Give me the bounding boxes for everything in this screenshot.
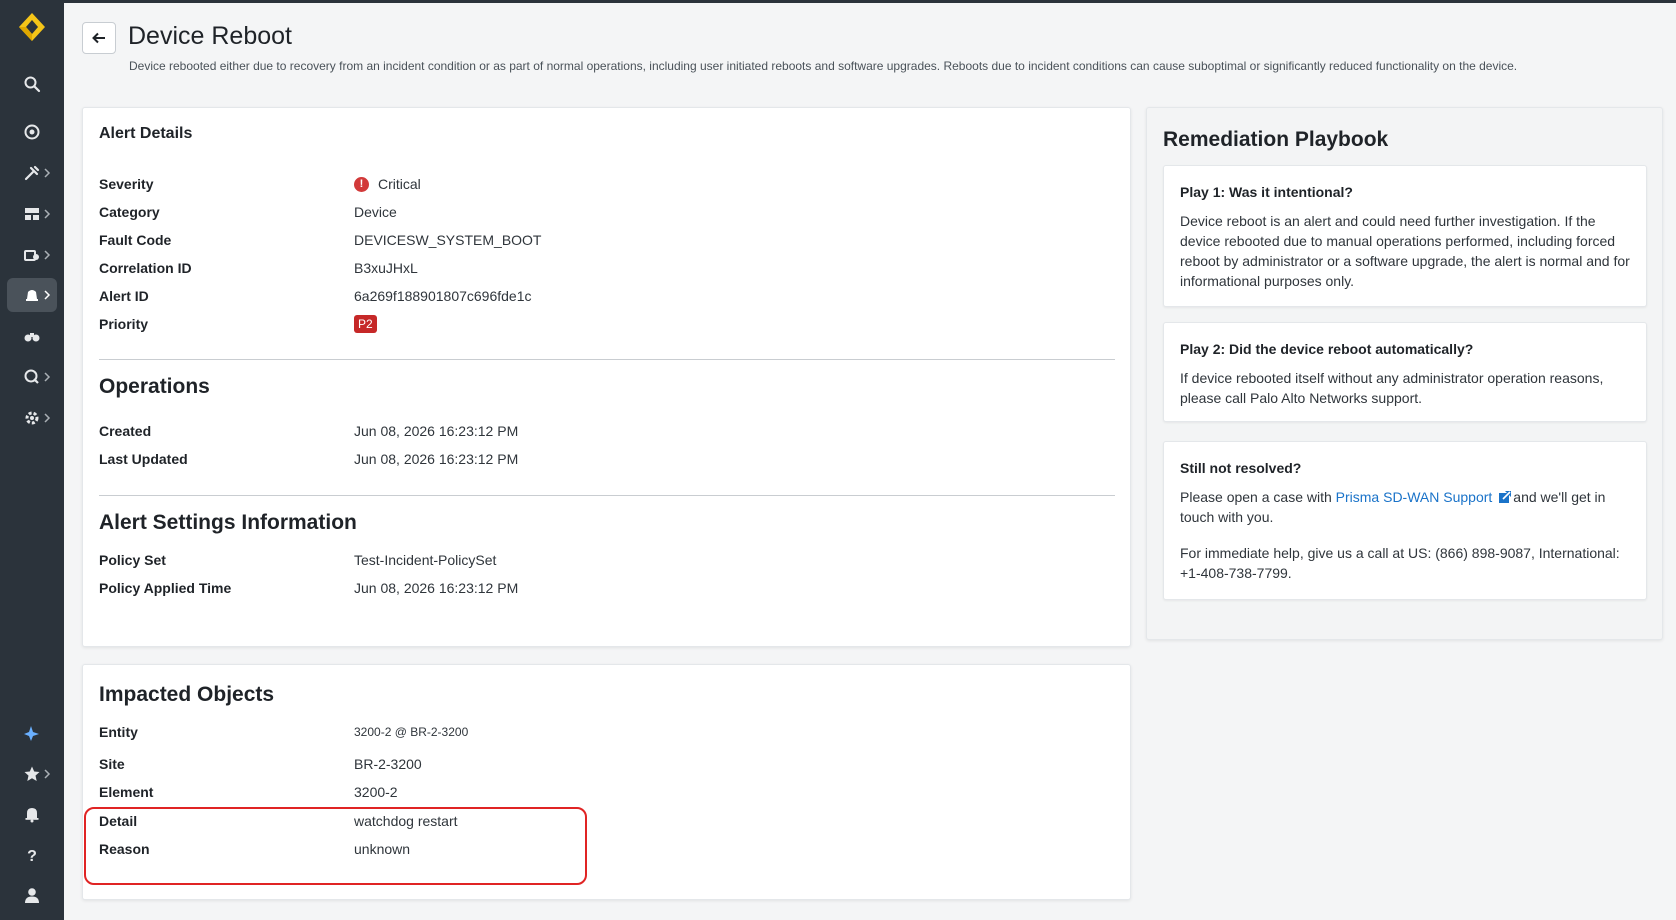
operations-title: Operations [99, 375, 210, 398]
security-icon [24, 369, 39, 384]
nav-user[interactable] [7, 878, 57, 912]
logo-icon[interactable] [17, 12, 47, 42]
nav-help[interactable]: ? [7, 838, 57, 872]
back-button[interactable] [82, 22, 116, 54]
fault-code-value: DEVICESW_SYSTEM_BOOT [354, 232, 542, 248]
created-value: Jun 08, 2026 16:23:12 PM [354, 423, 519, 439]
correlation-id-value: B3xuJHxL [354, 260, 418, 276]
nav-radar[interactable] [7, 115, 57, 149]
alert-id-value: 6a269f188901807c696fde1c [354, 288, 532, 304]
site-row: Site BR-2-3200 [99, 756, 422, 772]
star-icon [24, 766, 40, 781]
play-2-text: If device rebooted itself without any ad… [1180, 370, 1604, 406]
divider [99, 495, 1115, 496]
chevron-right-icon [44, 290, 51, 300]
detail-row: Detail watchdog restart [99, 813, 458, 829]
binoculars-icon [24, 333, 40, 342]
policy-applied-time-value: Jun 08, 2026 16:23:12 PM [354, 580, 519, 596]
play-1-title: Play 1: Was it intentional? [1180, 184, 1353, 200]
remediation-playbook-card: Remediation Playbook Play 1: Was it inte… [1146, 107, 1663, 640]
element-row: Element 3200-2 [99, 784, 398, 800]
policy-set-row: Policy Set Test-Incident-PolicySet [99, 552, 497, 568]
ai-sparkle-icon [24, 726, 39, 741]
impacted-objects-card: Impacted Objects Entity 3200-2 @ BR-2-32… [82, 664, 1131, 900]
nav-alerts[interactable] [7, 278, 57, 312]
fault-code-row: Fault Code DEVICESW_SYSTEM_BOOT [99, 232, 542, 248]
last-updated-row: Last Updated Jun 08, 2026 16:23:12 PM [99, 451, 519, 467]
support-link[interactable]: Prisma SD-WAN Support [1336, 489, 1493, 505]
still-not-resolved-card: Still not resolved? Please open a case w… [1163, 441, 1647, 600]
alert-id-row: Alert ID 6a269f188901807c696fde1c [99, 288, 532, 304]
play-2-card: Play 2: Did the device reboot automatica… [1163, 322, 1647, 422]
entity-link[interactable]: 3200-2 @ BR-2-3200 [354, 725, 468, 739]
entity-row: Entity 3200-2 @ BR-2-3200 [99, 724, 469, 740]
priority-badge: P2 [354, 315, 377, 333]
playbook-title: Remediation Playbook [1163, 128, 1389, 151]
devices-icon [24, 250, 39, 261]
bell-icon [25, 808, 39, 823]
chevron-right-icon [44, 250, 51, 260]
impacted-objects-title: Impacted Objects [99, 683, 275, 706]
nav-notifications[interactable] [7, 797, 57, 831]
play-1-text: Device reboot is an alert and could need… [1180, 213, 1630, 289]
support-text-before: Please open a case with [1180, 489, 1336, 505]
top-border [64, 0, 1676, 3]
last-updated-value: Jun 08, 2026 16:23:12 PM [354, 451, 519, 467]
alerts-icon [26, 290, 38, 301]
nav-settings[interactable] [7, 401, 57, 435]
policy-set-link[interactable]: Test-Incident-PolicySet [354, 552, 496, 568]
critical-icon: ! [354, 176, 369, 192]
chevron-right-icon [44, 209, 51, 219]
settings-icon [25, 411, 39, 425]
chevron-right-icon [44, 372, 51, 382]
policy-applied-time-row: Policy Applied Time Jun 08, 2026 16:23:1… [99, 580, 519, 596]
page-title: Device Reboot [128, 22, 292, 50]
nav-ai[interactable] [7, 716, 57, 750]
phone-text: For immediate help, give us a call at US… [1180, 545, 1620, 581]
user-icon [25, 888, 39, 903]
detail-value: watchdog restart [354, 813, 458, 829]
correlation-id-row: Correlation ID B3xuJHxL [99, 260, 418, 276]
element-link[interactable]: 3200-2 [354, 784, 398, 800]
category-value: Device [354, 204, 397, 220]
priority-row: Priority P2 [99, 313, 377, 335]
chevron-right-icon [44, 769, 51, 779]
alert-details-title: Alert Details [99, 125, 193, 142]
sidebar: ? [0, 0, 64, 920]
chevron-right-icon [44, 413, 51, 423]
nav-favorites[interactable] [7, 757, 57, 791]
page-description: Device rebooted either due to recovery f… [129, 59, 1518, 73]
severity-value: Critical [378, 176, 421, 192]
site-link[interactable]: BR-2-3200 [354, 756, 422, 772]
category-row: Category Device [99, 204, 397, 220]
tools-icon [24, 165, 40, 181]
dashboard-icon [25, 208, 39, 220]
nav-security[interactable] [7, 360, 57, 394]
external-link-icon[interactable] [1498, 490, 1512, 504]
nav-tools[interactable] [7, 156, 57, 190]
severity-row: Severity ! Critical [99, 176, 421, 192]
still-not-resolved-title: Still not resolved? [1180, 460, 1302, 476]
chevron-right-icon [44, 168, 51, 178]
play-2-title: Play 2: Did the device reboot automatica… [1180, 341, 1474, 357]
nav-dashboard[interactable] [7, 197, 57, 231]
search-icon [24, 76, 41, 93]
reason-value: unknown [354, 841, 411, 857]
help-icon: ? [27, 848, 37, 864]
radar-icon [24, 124, 40, 140]
nav-binoculars[interactable] [7, 319, 57, 353]
arrow-left-icon [92, 32, 105, 44]
alert-details-card: Alert Details Severity ! Critical Categor… [82, 107, 1131, 647]
alert-settings-title: Alert Settings Information [99, 511, 357, 534]
play-1-card: Play 1: Was it intentional? Device reboo… [1163, 165, 1647, 307]
nav-search[interactable] [7, 67, 57, 101]
divider [99, 359, 1115, 360]
created-row: Created Jun 08, 2026 16:23:12 PM [99, 423, 519, 439]
svg-text:?: ? [27, 848, 37, 864]
reason-row: Reason unknown [99, 841, 411, 857]
nav-devices[interactable] [7, 238, 57, 272]
